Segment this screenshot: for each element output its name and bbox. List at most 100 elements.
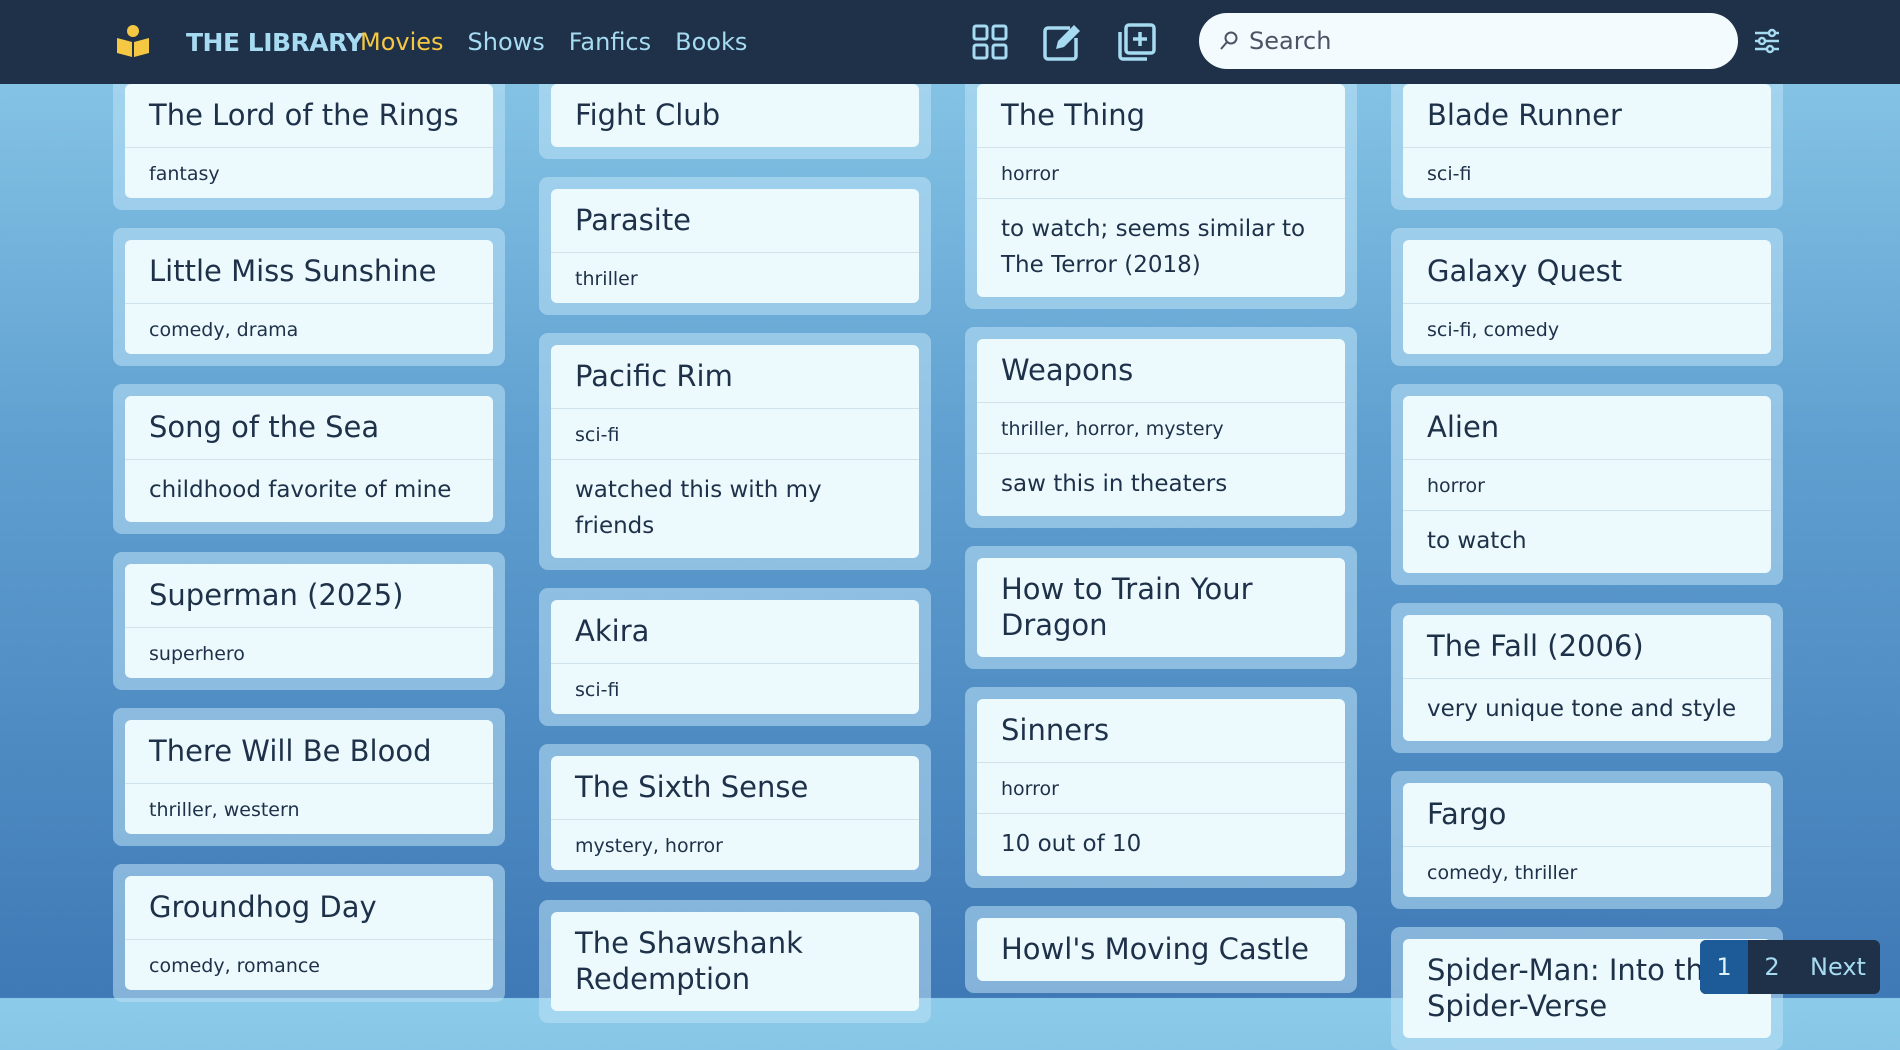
brand-name[interactable]: THE LIBRARY: [186, 26, 364, 60]
grid-view-button[interactable]: [970, 22, 1010, 62]
movie-card-container: Groundhog Day comedy, romance: [113, 864, 505, 1002]
movie-title[interactable]: Alien: [1403, 396, 1771, 459]
edit-icon: [1043, 25, 1080, 61]
movie-card[interactable]: Superman (2025) superhero: [125, 564, 493, 678]
movie-card-container: The Thing horror to watch; seems similar t…: [965, 84, 1357, 309]
filter-settings-icon[interactable]: [1752, 26, 1782, 56]
nav-link-shows[interactable]: Shows: [456, 22, 557, 62]
movie-grid: The Lord of the Rings fantasy Little Miss …: [113, 84, 1787, 1050]
page-1-button[interactable]: 1: [1700, 940, 1748, 994]
movie-card-container: Song of the Sea childhood favorite of min…: [113, 384, 505, 534]
movie-card-container: Galaxy Quest sci-fi, comedy: [1391, 228, 1783, 366]
movie-tags: comedy, thriller: [1403, 846, 1771, 897]
movie-card[interactable]: Fargo comedy, thriller: [1403, 783, 1771, 897]
movie-card[interactable]: Parasite thriller: [551, 189, 919, 303]
movie-card-container: Akira sci-fi: [539, 588, 931, 726]
movie-title[interactable]: Galaxy Quest: [1403, 240, 1771, 303]
movie-title[interactable]: Akira: [551, 600, 919, 663]
movie-tags: sci-fi: [551, 663, 919, 714]
movie-title[interactable]: Song of the Sea: [125, 396, 493, 459]
next-page-button[interactable]: Next: [1796, 940, 1880, 994]
movie-note: saw this in theaters: [977, 453, 1345, 516]
movie-tags: fantasy: [125, 147, 493, 198]
movie-title[interactable]: Parasite: [551, 189, 919, 252]
movie-card-container: How to Train Your Dragon: [965, 546, 1357, 669]
movie-card-container: The Shawshank Redemption: [539, 900, 931, 1023]
movie-title[interactable]: Sinners: [977, 699, 1345, 762]
movie-card-container: Parasite thriller: [539, 177, 931, 315]
movie-card[interactable]: Fight Club: [551, 84, 919, 147]
nav-link-books[interactable]: Books: [663, 22, 759, 62]
movie-title[interactable]: There Will Be Blood: [125, 720, 493, 783]
movie-card[interactable]: Blade Runner sci-fi: [1403, 84, 1771, 198]
movie-title[interactable]: The Lord of the Rings: [125, 84, 493, 147]
movie-card[interactable]: The Sixth Sense mystery, horror: [551, 756, 919, 870]
add-item-icon: [1118, 23, 1156, 61]
movie-card-container: Howl's Moving Castle: [965, 906, 1357, 993]
movie-title[interactable]: Fargo: [1403, 783, 1771, 846]
movie-title[interactable]: The Sixth Sense: [551, 756, 919, 819]
movie-title[interactable]: Blade Runner: [1403, 84, 1771, 147]
movie-card-container: Little Miss Sunshine comedy, drama: [113, 228, 505, 366]
movie-tags: horror: [1403, 459, 1771, 510]
movie-tags: sci-fi, comedy: [1403, 303, 1771, 354]
movie-card[interactable]: How to Train Your Dragon: [977, 558, 1345, 657]
search-input[interactable]: [1247, 26, 1711, 56]
movie-note: very unique tone and style: [1403, 678, 1771, 741]
movie-card[interactable]: The Fall (2006) very unique tone and styl…: [1403, 615, 1771, 741]
movie-tags: thriller, horror, mystery: [977, 402, 1345, 453]
grid-column: Blade Runner sci-fi Galaxy Quest sci-fi, co…: [1391, 84, 1783, 1050]
movie-title[interactable]: Pacific Rim: [551, 345, 919, 408]
movie-card-container: Sinners horror 10 out of 10: [965, 687, 1357, 888]
add-item-button[interactable]: [1117, 22, 1157, 62]
movie-card-container: Fargo comedy, thriller: [1391, 771, 1783, 909]
movie-card-container: Blade Runner sci-fi: [1391, 84, 1783, 210]
movie-card[interactable]: Howl's Moving Castle: [977, 918, 1345, 981]
movie-card[interactable]: Alien horror to watch: [1403, 396, 1771, 573]
movie-tags: sci-fi: [551, 408, 919, 459]
movie-title[interactable]: The Shawshank Redemption: [551, 912, 919, 1011]
movie-card-container: There Will Be Blood thriller, western: [113, 708, 505, 846]
movie-card[interactable]: Weapons thriller, horror, mystery saw this…: [977, 339, 1345, 516]
movie-card-container: The Fall (2006) very unique tone and styl…: [1391, 603, 1783, 753]
movie-card[interactable]: Song of the Sea childhood favorite of min…: [125, 396, 493, 522]
movie-title[interactable]: How to Train Your Dragon: [977, 558, 1345, 657]
top-navbar: THE LIBRARY Movies Shows Fanfics Books: [0, 0, 1900, 84]
movie-tags: mystery, horror: [551, 819, 919, 870]
movie-tags: comedy, drama: [125, 303, 493, 354]
grid-column: The Thing horror to watch; seems similar t…: [965, 84, 1357, 993]
movie-card[interactable]: Sinners horror 10 out of 10: [977, 699, 1345, 876]
movie-title[interactable]: Groundhog Day: [125, 876, 493, 939]
movie-card-container: Superman (2025) superhero: [113, 552, 505, 690]
movie-tags: superhero: [125, 627, 493, 678]
library-logo-icon[interactable]: [116, 24, 150, 58]
movie-title[interactable]: The Thing: [977, 84, 1345, 147]
movie-card-container: Alien horror to watch: [1391, 384, 1783, 585]
movie-tags: thriller, western: [125, 783, 493, 834]
movie-card[interactable]: Little Miss Sunshine comedy, drama: [125, 240, 493, 354]
page-2-button[interactable]: 2: [1748, 940, 1796, 994]
movie-card[interactable]: The Lord of the Rings fantasy: [125, 84, 493, 198]
movie-title[interactable]: Superman (2025): [125, 564, 493, 627]
movie-title[interactable]: Howl's Moving Castle: [977, 918, 1345, 981]
movie-note: childhood favorite of mine: [125, 459, 493, 522]
movie-title[interactable]: The Fall (2006): [1403, 615, 1771, 678]
movie-title[interactable]: Fight Club: [551, 84, 919, 147]
movie-note: 10 out of 10: [977, 813, 1345, 876]
edit-button[interactable]: [1042, 22, 1082, 62]
movie-tags: horror: [977, 762, 1345, 813]
movie-card[interactable]: The Thing horror to watch; seems similar t…: [977, 84, 1345, 297]
movie-card[interactable]: Galaxy Quest sci-fi, comedy: [1403, 240, 1771, 354]
movie-title[interactable]: Little Miss Sunshine: [125, 240, 493, 303]
movie-title[interactable]: Weapons: [977, 339, 1345, 402]
movie-card[interactable]: The Shawshank Redemption: [551, 912, 919, 1011]
search-bar[interactable]: [1199, 13, 1738, 69]
movie-card[interactable]: Akira sci-fi: [551, 600, 919, 714]
grid-column: The Lord of the Rings fantasy Little Miss …: [113, 84, 505, 1002]
nav-link-fanfics[interactable]: Fanfics: [557, 22, 663, 62]
movie-card[interactable]: Groundhog Day comedy, romance: [125, 876, 493, 990]
movie-card[interactable]: There Will Be Blood thriller, western: [125, 720, 493, 834]
movie-card[interactable]: Pacific Rim sci-fi watched this with my fr…: [551, 345, 919, 558]
movie-card-container: The Lord of the Rings fantasy: [113, 84, 505, 210]
nav-link-movies[interactable]: Movies: [360, 22, 456, 62]
